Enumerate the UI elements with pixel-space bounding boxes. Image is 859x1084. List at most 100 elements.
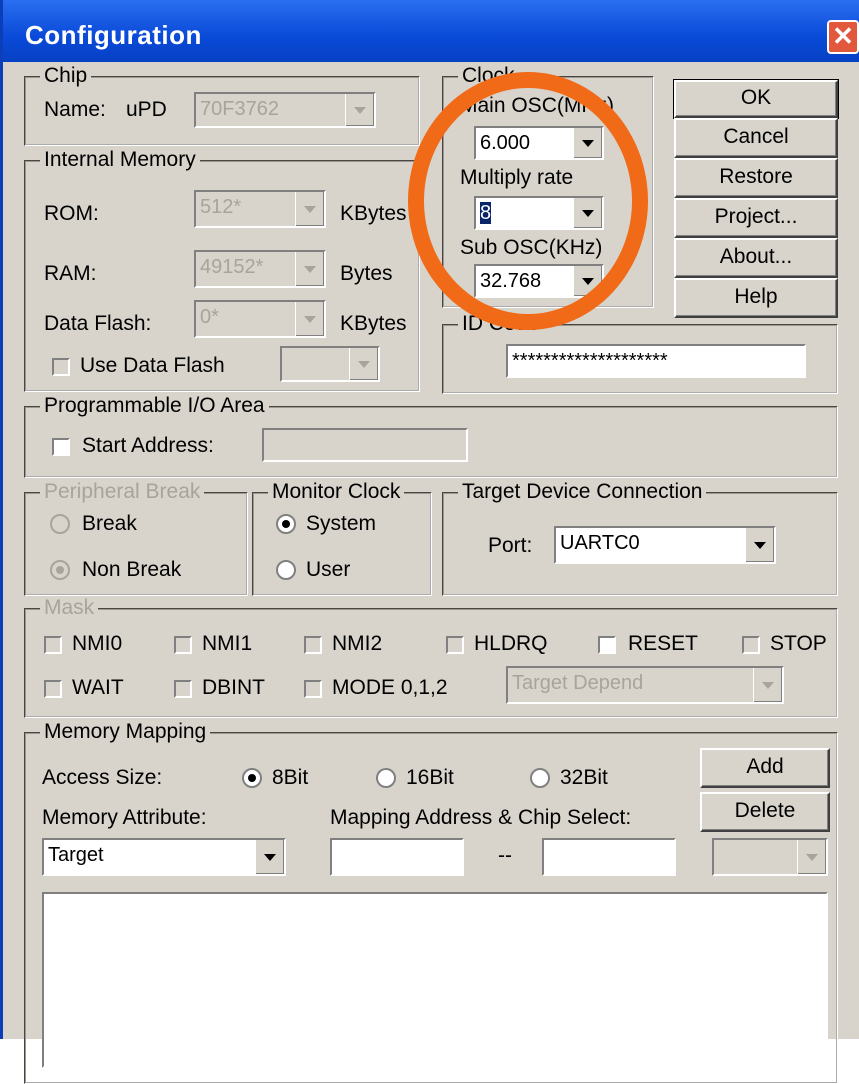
chip-name-label: Name: [44,98,106,121]
dbint-label: DBINT [202,676,265,699]
access-size-label: Access Size: [42,766,163,789]
use-data-flash-select [280,346,380,382]
mode-label: MODE 0,1,2 [332,676,448,699]
rom-value: 512* [200,196,242,218]
nmi1-label: NMI1 [202,632,253,655]
mask-legend: Mask [40,596,99,620]
port-select[interactable]: UARTC0 [554,526,776,564]
reset-checkbox[interactable] [598,636,616,654]
id-code-field[interactable]: ******************** [506,344,806,378]
chip-legend: Chip [40,64,92,88]
sub-osc-label: Sub OSC(KHz) [460,236,603,259]
access-16bit-label[interactable]: 16Bit [406,766,454,790]
target-device-legend: Target Device Connection [458,480,707,504]
chevron-down-icon[interactable] [573,198,602,228]
access-8bit-radio[interactable] [242,768,262,788]
add-button[interactable]: Add [700,748,830,788]
chevron-down-icon[interactable] [745,528,774,562]
cancel-button[interactable]: Cancel [674,118,838,158]
chevron-down-icon [295,252,324,286]
access-8bit-label[interactable]: 8Bit [272,766,308,790]
access-16bit-radio[interactable] [376,768,396,788]
main-osc-value: 6.000 [480,132,531,154]
mapping-end-field[interactable] [542,838,676,876]
sub-osc-select[interactable]: 32.768 [474,264,604,298]
monitor-clock-group: Monitor Clock System User [252,480,432,596]
reset-label[interactable]: RESET [628,632,698,656]
chevron-down-icon [753,668,782,702]
main-osc-select[interactable]: 6.000 [474,126,604,160]
target-depend-value: Target Depend [512,672,644,694]
restore-button[interactable]: Restore [674,158,838,198]
user-label[interactable]: User [306,558,350,582]
use-data-flash-checkbox [52,358,70,376]
about-button[interactable]: About... [674,238,838,278]
mask-group: Mask NMI0 NMI1 NMI2 HLDRQ RESET STOP WAI… [24,596,838,718]
chevron-down-icon[interactable] [573,128,602,158]
memory-mapping-legend: Memory Mapping [40,720,211,744]
main-osc-label: Main OSC(MHz) [460,94,615,117]
internal-memory-legend: Internal Memory [40,148,200,172]
memory-mapping-list[interactable] [42,892,828,1068]
clock-group: Clock Main OSC(MHz) 6.000 Multiply rate … [442,64,654,308]
rom-select: 512* [194,190,326,228]
data-flash-label: Data Flash: [44,312,152,335]
delete-button[interactable]: Delete [700,792,830,832]
hldrq-label: HLDRQ [474,632,548,655]
target-depend-select: Target Depend [506,666,784,704]
rom-unit: KBytes [340,202,407,225]
close-button[interactable]: ✕ [827,20,859,54]
memory-attribute-value: Target [48,844,104,866]
memory-attribute-label: Memory Attribute: [42,806,207,829]
access-32bit-label[interactable]: 32Bit [560,766,608,790]
start-address-checkbox[interactable] [52,438,70,456]
stop-label: STOP [770,632,827,655]
chevron-down-icon [349,348,378,380]
help-button[interactable]: Help [674,278,838,318]
mapping-start-field[interactable] [330,838,464,876]
multiply-rate-select[interactable]: 8 [474,196,604,230]
data-flash-unit: KBytes [340,312,407,335]
system-radio[interactable] [276,514,296,534]
range-separator: -- [498,844,512,867]
wait-checkbox [44,680,62,698]
peripheral-break-group: Peripheral Break Break Non Break [24,480,248,596]
system-label[interactable]: System [306,512,376,536]
chevron-down-icon[interactable] [255,840,284,874]
chevron-down-icon [295,302,324,336]
start-address-field [262,428,468,462]
multiply-rate-value: 8 [480,198,572,228]
use-data-flash-label: Use Data Flash [80,354,225,377]
access-32bit-radio[interactable] [530,768,550,788]
chip-group: Chip Name: uPD 70F3762 [24,64,420,146]
ram-value: 49152* [200,256,264,278]
dialog-body: Chip Name: uPD 70F3762 Internal Memory R… [6,62,859,1084]
multiply-rate-label: Multiply rate [460,166,574,189]
memory-mapping-group: Memory Mapping Access Size: 8Bit 16Bit 3… [24,720,838,1084]
ram-label: RAM: [44,262,97,285]
id-code-group: ID Code ******************** [442,312,838,394]
chevron-down-icon [797,840,826,874]
wait-label: WAIT [72,676,124,699]
project-button[interactable]: Project... [674,198,838,238]
title-bar[interactable]: Configuration ✕ [3,0,859,62]
chevron-down-icon[interactable] [573,266,602,296]
start-address-label[interactable]: Start Address: [82,434,214,458]
break-radio [50,514,70,534]
nmi1-checkbox [174,636,192,654]
monitor-clock-legend: Monitor Clock [268,480,405,504]
user-radio[interactable] [276,560,296,580]
port-value: UARTC0 [560,532,640,554]
nmi0-checkbox [44,636,62,654]
sub-osc-value: 32.768 [480,270,542,292]
rom-label: ROM: [44,202,99,225]
data-flash-select: 0* [194,300,326,338]
chevron-down-icon [345,94,374,126]
ok-button[interactable]: OK [673,79,839,119]
nmi0-label: NMI0 [72,632,123,655]
memory-attribute-select[interactable]: Target [42,838,286,876]
chip-select-value [718,840,796,874]
ram-unit: Bytes [340,262,393,285]
non-break-label: Non Break [82,558,182,581]
id-code-legend: ID Code [458,312,544,336]
